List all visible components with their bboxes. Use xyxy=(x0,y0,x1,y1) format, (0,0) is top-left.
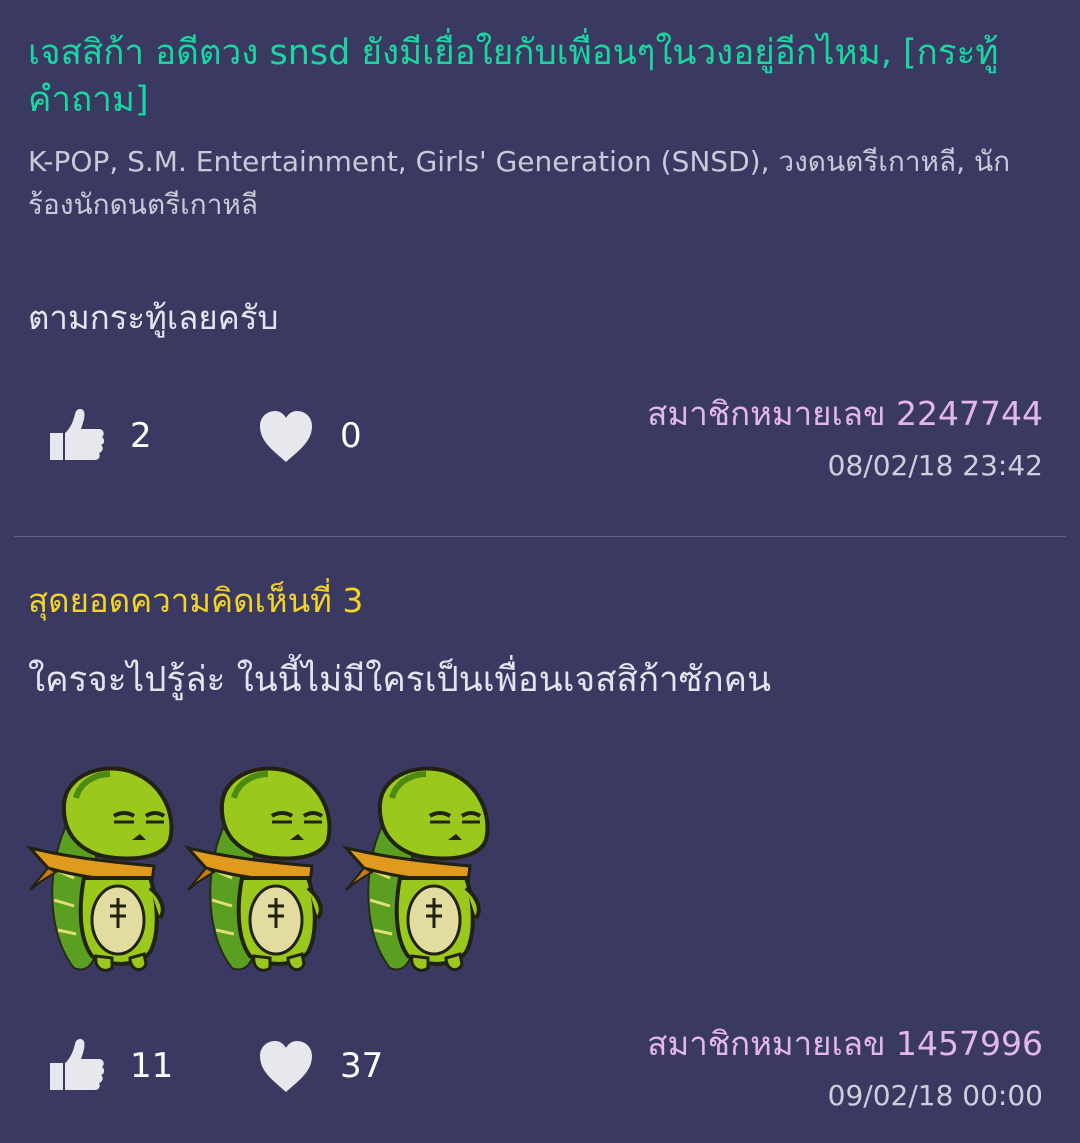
comment-like-button[interactable] xyxy=(44,1036,108,1096)
thumbs-up-icon xyxy=(44,1036,108,1096)
topic-vote-row: 2 0 xyxy=(44,406,444,466)
comment-body: ใครจะไปรู้ล่ะ ในนี้ไม่มีใครเป็นเพื่อนเจส… xyxy=(28,660,771,700)
topic-member-link[interactable]: สมาชิกหมายเลข 2247744 xyxy=(647,394,1043,434)
divider xyxy=(14,536,1066,537)
thumbs-up-icon xyxy=(44,406,108,466)
topic-tags[interactable]: K-POP, S.M. Entertainment, Girls' Genera… xyxy=(28,140,1028,226)
comment-timestamp: 09/02/18 00:00 xyxy=(827,1079,1043,1112)
topic-title[interactable]: เจสสิก้า อดีตวง snsd ยังมีเยื่อใยกับเพื่… xyxy=(28,30,1038,124)
topic-like-count: 2 xyxy=(130,416,152,456)
topic-body: ตามกระทู้เลยครับ xyxy=(28,298,279,337)
comment-love-button[interactable] xyxy=(254,1036,318,1096)
best-comment-heading: สุดยอดความคิดเห็นที่ 3 xyxy=(28,581,364,620)
turtle-sticker xyxy=(184,760,344,980)
topic-timestamp: 08/02/18 23:42 xyxy=(827,449,1043,482)
heart-icon xyxy=(254,406,318,466)
topic-like-button[interactable] xyxy=(44,406,108,466)
comment-vote-row: 11 37 xyxy=(44,1036,464,1096)
turtle-sticker xyxy=(26,760,186,980)
topic-love-button[interactable] xyxy=(254,406,318,466)
heart-icon xyxy=(254,1036,318,1096)
turtle-sticker xyxy=(342,760,502,980)
sticker-group xyxy=(26,760,506,980)
comment-member-link[interactable]: สมาชิกหมายเลข 1457996 xyxy=(647,1024,1043,1064)
comment-love-count: 37 xyxy=(340,1046,384,1086)
comment-like-count: 11 xyxy=(130,1046,174,1086)
topic-love-count: 0 xyxy=(340,416,362,456)
